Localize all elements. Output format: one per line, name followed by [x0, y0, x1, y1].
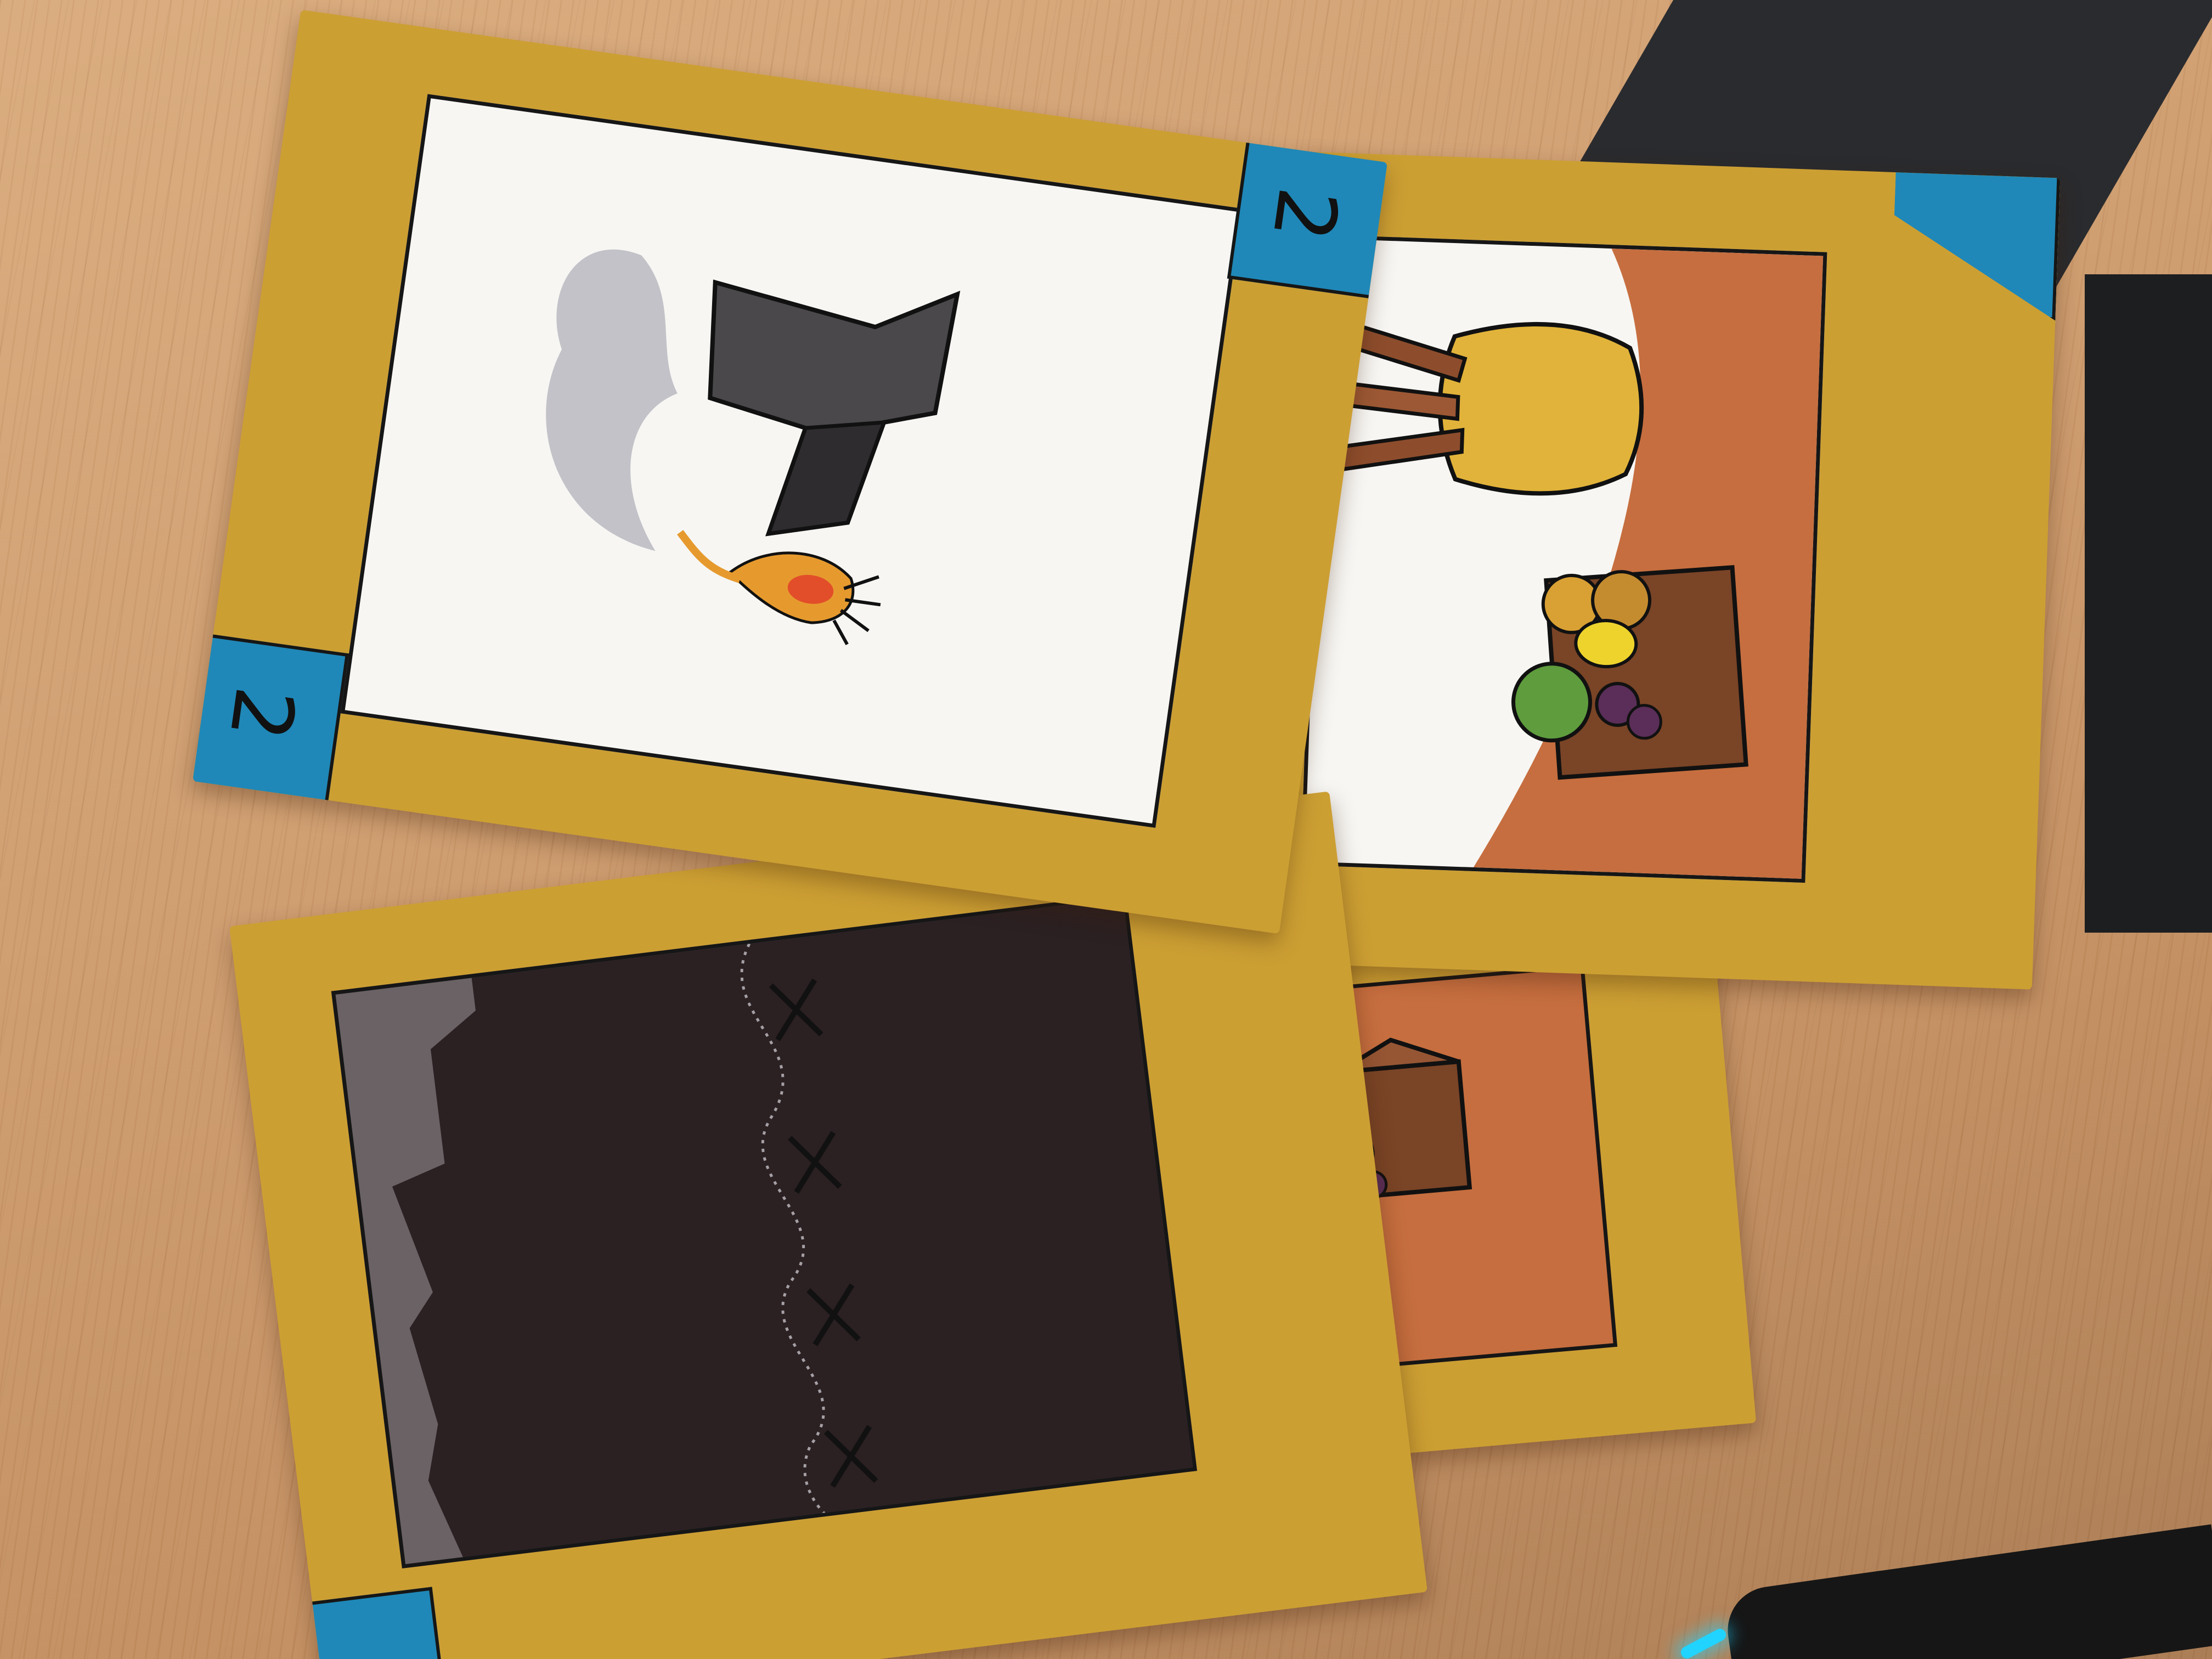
card-corner-badge-top-right: 2 — [1227, 142, 1388, 298]
card-value-label: 2 — [1254, 182, 1356, 247]
card-top-left[interactable]: 2 2 — [192, 9, 1388, 934]
dark-floor-right — [2085, 274, 2212, 933]
barbed-wire-wall-icon — [392, 896, 1198, 1565]
card-corner-badge — [1891, 172, 2061, 320]
card-value-label: 2 — [211, 681, 313, 747]
photo-scene: 2 2 — [0, 0, 2212, 1659]
card-corner-badge-bottom-left: 2 — [192, 634, 349, 800]
card-corner-badge — [312, 1587, 448, 1659]
anvil-hat-icon — [546, 249, 961, 646]
card-artwork — [1300, 234, 1827, 883]
card-artwork — [331, 893, 1198, 1568]
card-top-right[interactable] — [1275, 151, 2061, 990]
sack-and-fruit-crate-icon — [1329, 249, 1827, 883]
card-artwork — [340, 94, 1243, 828]
